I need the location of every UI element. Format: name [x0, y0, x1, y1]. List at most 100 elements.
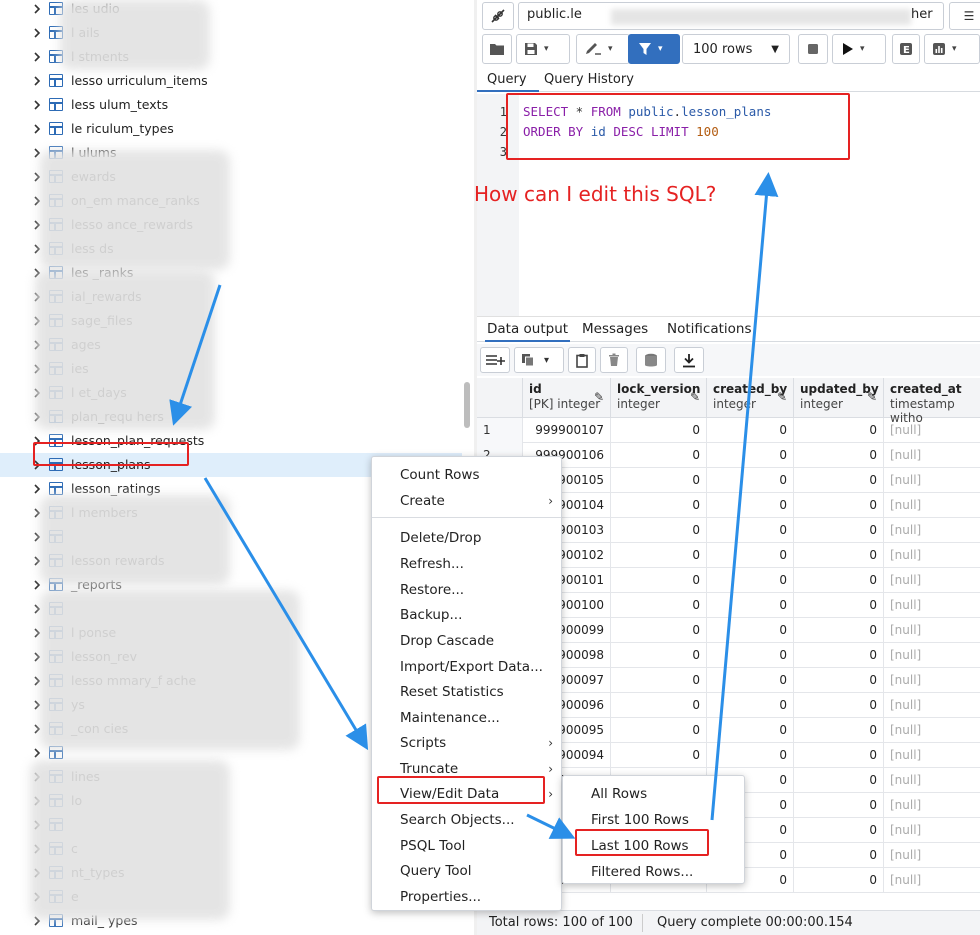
table-cell[interactable]: 0 [611, 568, 707, 593]
table-cell[interactable]: 0 [707, 468, 794, 493]
stop-button[interactable] [798, 34, 828, 64]
table-cell[interactable]: 0 [794, 618, 884, 643]
table-cell[interactable]: 0 [794, 593, 884, 618]
table-cell[interactable]: 0 [707, 418, 794, 443]
table-cell[interactable]: 0 [707, 518, 794, 543]
tree-item[interactable]: le riculum_types [0, 117, 462, 141]
filter-button[interactable]: ▾ [628, 34, 680, 64]
copy-button[interactable]: ▾ [514, 347, 564, 373]
column-header[interactable]: created_by integer ✎ [707, 378, 794, 418]
table-cell[interactable]: 0 [707, 568, 794, 593]
table-cell[interactable]: 0 [794, 843, 884, 868]
table-cell[interactable]: 0 [707, 643, 794, 668]
table-cell[interactable]: [null] [884, 668, 980, 693]
submenu-item[interactable]: All Rows [563, 782, 744, 807]
table-cell[interactable]: [null] [884, 468, 980, 493]
table-cell[interactable]: 0 [611, 643, 707, 668]
table-cell[interactable]: 0 [611, 418, 707, 443]
table-cell[interactable]: 0 [611, 593, 707, 618]
tree-item[interactable]: less ulum_texts [0, 93, 462, 117]
table-cell[interactable]: 0 [794, 768, 884, 793]
tab-query[interactable]: Query [477, 72, 538, 92]
edit-button[interactable]: ▾ [576, 34, 630, 64]
table-cell[interactable]: 0 [611, 493, 707, 518]
add-row-button[interactable] [480, 347, 510, 373]
chevron-right-icon[interactable] [32, 100, 42, 110]
chevron-down-icon[interactable]: ▾ [658, 44, 663, 54]
table-cell[interactable]: 0 [611, 618, 707, 643]
chevron-right-icon[interactable] [32, 748, 42, 758]
table-cell[interactable]: 0 [707, 668, 794, 693]
table-cell[interactable]: [null] [884, 543, 980, 568]
chevron-down-icon[interactable]: ▾ [544, 355, 549, 366]
row-number-cell[interactable]: 1 [477, 418, 523, 443]
context-menu-item[interactable]: Delete/Drop [372, 526, 561, 551]
table-cell[interactable]: 0 [707, 593, 794, 618]
tab-query-history[interactable]: Query History [544, 72, 634, 87]
context-menu-item[interactable]: Create › [372, 489, 561, 514]
context-menu-item[interactable]: Scripts › [372, 731, 561, 756]
column-header[interactable]: created_at timestamp witho [884, 378, 980, 425]
delete-row-button[interactable] [600, 347, 628, 373]
table-cell[interactable]: [null] [884, 443, 980, 468]
chevron-right-icon[interactable] [32, 124, 42, 134]
chevron-down-icon[interactable]: ▾ [952, 44, 957, 54]
context-menu-item[interactable]: Restore... [372, 578, 561, 603]
table-cell[interactable]: [null] [884, 568, 980, 593]
table-cell[interactable]: 0 [707, 718, 794, 743]
connection-selector[interactable]: public.le her [518, 2, 944, 30]
table-cell[interactable]: [null] [884, 743, 980, 768]
table-cell[interactable]: 0 [611, 543, 707, 568]
chevron-down-icon[interactable]: ▾ [608, 44, 613, 54]
save-button[interactable]: ▾ [516, 34, 570, 64]
table-cell[interactable]: [null] [884, 868, 980, 893]
chevron-right-icon[interactable] [32, 28, 42, 38]
column-header[interactable]: id [PK] integer ✎ [523, 378, 611, 418]
table-cell[interactable]: 0 [794, 443, 884, 468]
context-menu-item[interactable]: Backup... [372, 603, 561, 628]
table-cell[interactable]: 0 [611, 693, 707, 718]
database-icon[interactable]: ☰ [949, 2, 980, 30]
tab-messages[interactable]: Messages [582, 321, 648, 337]
table-cell[interactable]: 0 [707, 743, 794, 768]
table-cell[interactable]: 0 [794, 818, 884, 843]
context-menu-item[interactable]: Count Rows [372, 463, 561, 488]
submenu-item[interactable]: Filtered Rows... [563, 860, 744, 885]
open-file-button[interactable] [482, 34, 512, 64]
table-cell[interactable]: 0 [707, 693, 794, 718]
chevron-down-icon[interactable]: ▾ [544, 44, 549, 54]
table-cell[interactable]: 0 [794, 668, 884, 693]
table-cell[interactable]: 0 [611, 518, 707, 543]
table-cell[interactable]: 0 [794, 468, 884, 493]
context-menu-item[interactable]: PSQL Tool [372, 834, 561, 859]
table-cell[interactable]: 0 [611, 468, 707, 493]
execute-button[interactable]: ▾ [832, 34, 886, 64]
context-menu-item[interactable]: Drop Cascade [372, 629, 561, 654]
table-cell[interactable]: [null] [884, 493, 980, 518]
chevron-right-icon[interactable] [32, 76, 42, 86]
tree-scrollbar[interactable] [464, 382, 470, 428]
chevron-right-icon[interactable] [32, 580, 42, 590]
chevron-right-icon[interactable] [32, 4, 42, 14]
table-cell[interactable]: [null] [884, 418, 980, 443]
table-cell[interactable]: [null] [884, 843, 980, 868]
table-cell[interactable]: [null] [884, 618, 980, 643]
table-cell[interactable]: [null] [884, 718, 980, 743]
context-menu-item[interactable]: Search Objects... [372, 808, 561, 833]
table-cell[interactable]: [null] [884, 693, 980, 718]
chevron-right-icon[interactable] [32, 484, 42, 494]
table-cell[interactable]: 0 [611, 718, 707, 743]
context-menu-item[interactable]: Import/Export Data... [372, 655, 561, 680]
tree-item[interactable]: lesso urriculum_items [0, 69, 462, 93]
chevron-down-icon[interactable]: ▾ [860, 44, 865, 54]
table-cell[interactable]: 0 [794, 643, 884, 668]
explain-button[interactable]: E [892, 34, 920, 64]
context-menu-item[interactable]: Reset Statistics [372, 680, 561, 705]
context-menu-item[interactable]: Properties... [372, 885, 561, 910]
table-cell[interactable]: [null] [884, 768, 980, 793]
column-header[interactable]: updated_by integer ✎ [794, 378, 884, 418]
paste-button[interactable] [568, 347, 596, 373]
table-cell[interactable]: 0 [794, 693, 884, 718]
table-cell[interactable]: [null] [884, 643, 980, 668]
table-cell[interactable]: 0 [794, 718, 884, 743]
